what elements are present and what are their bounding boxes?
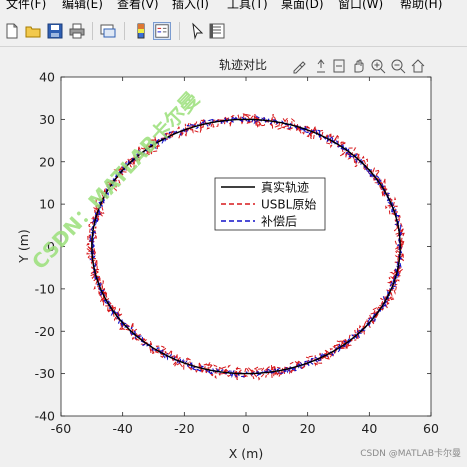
y-tick-label: -10 bbox=[35, 281, 55, 296]
legend[interactable]: 真实轨迹 USBL原始补偿后 bbox=[214, 177, 326, 231]
y-tick-label: 30 bbox=[39, 112, 55, 127]
y-tick-label: 20 bbox=[39, 154, 55, 169]
x-tick-label: 40 bbox=[361, 421, 377, 436]
x-tick-label: 60 bbox=[423, 421, 439, 436]
x-tick-label: 0 bbox=[242, 421, 250, 436]
legend-label-2: 补偿后 bbox=[261, 214, 297, 229]
x-tick-label: -40 bbox=[112, 421, 132, 436]
x-tick-label: 20 bbox=[300, 421, 316, 436]
y-tick-label: 10 bbox=[39, 197, 55, 212]
plot-svg: -60 -40 -20 0 20 40 60-40-30-20-10010203040 真实… bbox=[16, 70, 439, 462]
y-tick-label: 0 bbox=[47, 239, 55, 254]
legend-label-1: USBL原始 bbox=[261, 198, 316, 212]
y-axis-label: Y (m) bbox=[16, 229, 31, 264]
x-axis-label: X (m) bbox=[229, 446, 263, 461]
x-tick-label: -20 bbox=[174, 421, 194, 436]
legend-label-0: 真实轨迹 bbox=[261, 180, 309, 195]
credit-text: CSDN @MATLAB卡尔曼 bbox=[360, 449, 461, 459]
axes-background[interactable] bbox=[60, 76, 432, 417]
y-tick-label: 40 bbox=[39, 70, 55, 85]
y-tick-label: -30 bbox=[35, 366, 55, 381]
y-tick-label: -20 bbox=[35, 324, 55, 339]
y-tick-label: -40 bbox=[35, 409, 55, 424]
